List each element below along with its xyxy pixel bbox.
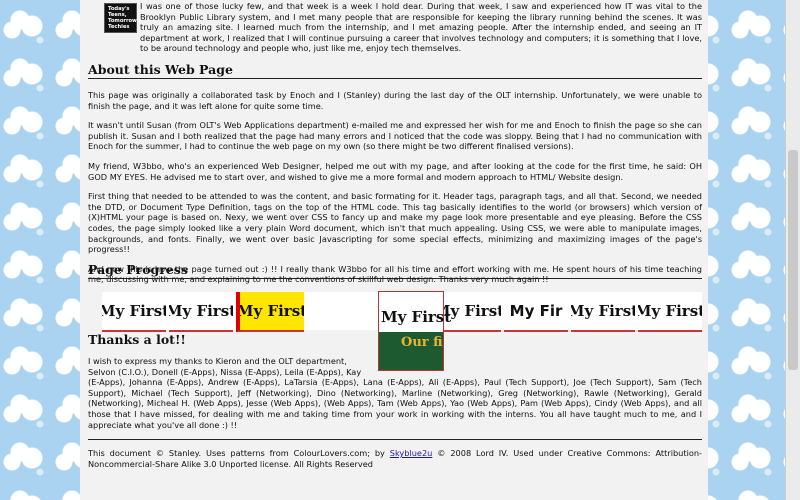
thanks-section: Thanks a lot!! I wish to express my than…: [88, 332, 702, 478]
progress-thumbnail[interactable]: My Fir: [504, 292, 568, 332]
progress-thumbnail[interactable]: My First: [102, 292, 166, 332]
progress-thumbnail[interactable]: My First: [169, 292, 233, 332]
about-heading: About this Web Page: [88, 62, 702, 79]
intro-paragraph: I was one of those lucky few, and that w…: [140, 1, 702, 54]
footer-text: This document © Stanley. Uses patterns f…: [88, 448, 702, 469]
thanks-line: Selvon (C.I.O.), Donell (E-Apps), Nissa …: [88, 366, 362, 377]
progress-heading: Page Progress: [88, 262, 702, 279]
about-paragraph: This page was originally a collaborated …: [88, 90, 702, 111]
scroll-thumb[interactable]: [788, 150, 798, 370]
scrollbar[interactable]: [785, 0, 800, 500]
thanks-heading: Thanks a lot!!: [88, 332, 186, 347]
progress-section: Page Progress: [88, 262, 702, 279]
skyblue2u-link[interactable]: Skyblue2u: [390, 448, 433, 458]
progress-thumbnail[interactable]: My First: [236, 292, 304, 332]
about-paragraph: My friend, W3bbo, who's an experienced W…: [88, 160, 702, 182]
intro-section: Today's Teens, Tomorrow's Techies I was …: [88, 1, 702, 54]
thanks-line: I wish to express my thanks to Kieron an…: [88, 356, 347, 366]
progress-thumbnail[interactable]: My First: [571, 292, 635, 332]
page-content: Today's Teens, Tomorrow's Techies I was …: [80, 0, 708, 500]
thanks-paragraph: (E-Apps), Johanna (E-Apps), Andrew (E-Ap…: [88, 377, 702, 430]
about-section: About this Web Page This page was origin…: [88, 62, 702, 294]
footer-divider: [88, 439, 702, 441]
progress-thumbnail[interactable]: My First: [638, 292, 702, 332]
about-paragraph: First thing that needed to be attended t…: [88, 191, 702, 255]
badge-logo: Today's Teens, Tomorrow's Techies: [104, 3, 142, 33]
about-paragraph: It wasn't until Susan (from OLT's Web Ap…: [88, 120, 702, 152]
